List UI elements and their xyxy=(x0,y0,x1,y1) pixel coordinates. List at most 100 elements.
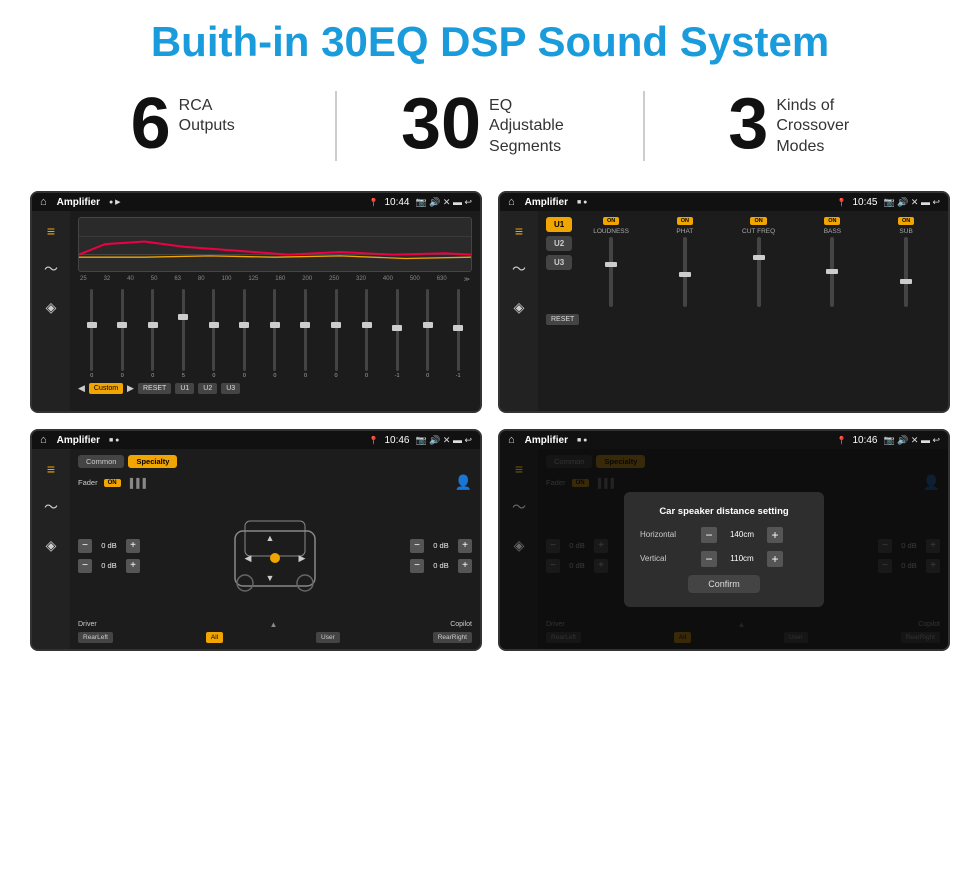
dialog-vertical-minus[interactable]: − xyxy=(701,551,717,567)
page-title: Buith-in 30EQ DSP Sound System xyxy=(20,18,960,66)
fader-content: ≡ 〜 ◈ Common Specialty Fader ON ▐▐▐ 👤 xyxy=(32,449,480,649)
fader-person-icon: 👤 xyxy=(455,474,472,491)
dialog-vertical-plus[interactable]: + xyxy=(767,551,783,567)
home-icon[interactable]: ⌂ xyxy=(40,196,47,208)
u2-button[interactable]: U2 xyxy=(546,236,572,251)
fader-tab-common[interactable]: Common xyxy=(78,455,124,468)
eq-content: ≡ 〜 ◈ 2 xyxy=(32,211,480,411)
fader-rearleft-btn[interactable]: RearLeft xyxy=(78,632,113,643)
eq-slider-7[interactable]: 0 xyxy=(261,289,289,379)
distance-home-icon[interactable]: ⌂ xyxy=(508,434,515,446)
eq-slider-8[interactable]: 0 xyxy=(292,289,320,379)
vol-rr-minus[interactable]: − xyxy=(410,559,424,573)
u1-button[interactable]: U1 xyxy=(546,217,572,232)
eq-custom-btn[interactable]: Custom xyxy=(89,383,123,394)
fader-tab-specialty[interactable]: Specialty xyxy=(128,455,177,468)
stat-rca-label: RCA Outputs xyxy=(179,96,235,138)
eq-slider-6[interactable]: 0 xyxy=(231,289,259,379)
fader-sidebar-wave-icon[interactable]: 〜 xyxy=(39,495,63,519)
distance-status-bar: ⌂ Amplifier ■ ● 📍 10:46 📷 🔊 ✕ ▬ ↩ xyxy=(500,431,948,449)
dialog-confirm-button[interactable]: Confirm xyxy=(688,575,760,593)
vol-fr-plus[interactable]: + xyxy=(458,539,472,553)
eq-u3-btn[interactable]: U3 xyxy=(221,383,240,394)
fader-rearright-btn[interactable]: RearRight xyxy=(433,632,472,643)
fader-home-icon[interactable]: ⌂ xyxy=(40,434,47,446)
fader-diagram-area: − 0 dB + − 0 dB + xyxy=(78,495,472,616)
eq-bottom-bar: ◀ Custom ▶ RESET U1 U2 U3 xyxy=(78,383,472,394)
eq-next-icon[interactable]: ▶ xyxy=(127,383,134,394)
eq-graph-svg xyxy=(79,218,471,272)
vol-fr-minus[interactable]: − xyxy=(410,539,424,553)
fader-time: 10:46 xyxy=(384,435,409,446)
distance-status-dots: ■ ● xyxy=(577,437,587,444)
eq-slider-13[interactable]: -1 xyxy=(444,289,472,379)
eq-slider-2[interactable]: 0 xyxy=(109,289,137,379)
crossover-sidebar-wave-icon[interactable]: 〜 xyxy=(507,257,531,281)
stat-crossover-number: 3 xyxy=(728,88,768,160)
eq-u1-btn[interactable]: U1 xyxy=(175,383,194,394)
loudness-channel: ON LOUDNESS xyxy=(577,217,645,307)
eq-slider-5[interactable]: 0 xyxy=(200,289,228,379)
crossover-status-bar: ⌂ Amplifier ■ ● 📍 10:45 📷 🔊 ✕ ▬ ↩ xyxy=(500,193,948,211)
vol-rl-plus[interactable]: + xyxy=(126,559,140,573)
crossover-top: U1 U2 U3 ON LOUDNESS ON xyxy=(546,217,940,307)
eq-sidebar-wave-icon[interactable]: 〜 xyxy=(39,257,63,281)
dialog-horizontal-plus[interactable]: + xyxy=(767,527,783,543)
fader-sidebar-speaker-icon[interactable]: ◈ xyxy=(39,533,63,557)
crossover-home-icon[interactable]: ⌂ xyxy=(508,196,515,208)
fader-copilot-label: Copilot xyxy=(450,621,472,628)
eq-time: 10:44 xyxy=(384,197,409,208)
stat-crossover: 3 Kinds of Crossover Modes xyxy=(675,88,920,160)
dialog-horizontal-value: 140cm xyxy=(723,530,761,539)
vol-fl-minus[interactable]: − xyxy=(78,539,92,553)
fader-main: Common Specialty Fader ON ▐▐▐ 👤 − xyxy=(70,449,480,649)
eq-slider-4[interactable]: 5 xyxy=(170,289,198,379)
eq-sidebar-eq-icon[interactable]: ≡ xyxy=(39,219,63,243)
fader-all-btn[interactable]: All xyxy=(206,632,223,643)
bass-slider[interactable] xyxy=(830,237,834,307)
crossover-status-icons: 📷 🔊 ✕ ▬ ↩ xyxy=(884,197,941,208)
distance-dialog-overlay: Car speaker distance setting Horizontal … xyxy=(500,449,948,649)
vol-rr-plus[interactable]: + xyxy=(458,559,472,573)
loudness-on-badge: ON xyxy=(603,217,619,225)
vol-left: − 0 dB + − 0 dB + xyxy=(78,539,140,573)
phat-channel: ON PHAT xyxy=(651,217,719,307)
crossover-sidebar-eq-icon[interactable]: ≡ xyxy=(507,219,531,243)
eq-reset-btn[interactable]: RESET xyxy=(138,383,171,394)
loudness-label: LOUDNESS xyxy=(593,228,629,235)
crossover-sidebar-speaker-icon[interactable]: ◈ xyxy=(507,295,531,319)
bass-channel: ON BASS xyxy=(798,217,866,307)
dialog-horizontal-minus[interactable]: − xyxy=(701,527,717,543)
crossover-reset-btn[interactable]: RESET xyxy=(546,314,579,325)
vol-fl-plus[interactable]: + xyxy=(126,539,140,553)
vol-rl-minus[interactable]: − xyxy=(78,559,92,573)
loudness-slider[interactable] xyxy=(609,237,613,307)
fader-tabs: Common Specialty xyxy=(78,455,472,468)
eq-status-bar: ⌂ Amplifier ● ▶ 📍 10:44 📷 🔊 ✕ ▬ ↩ xyxy=(32,193,480,211)
cutfreq-slider[interactable] xyxy=(757,237,761,307)
crossover-channels: ON LOUDNESS ON PHAT xyxy=(577,217,940,307)
eq-slider-9[interactable]: 0 xyxy=(322,289,350,379)
fader-driver-label: Driver xyxy=(78,621,97,628)
eq-sidebar-speaker-icon[interactable]: ◈ xyxy=(39,295,63,319)
u3-button[interactable]: U3 xyxy=(546,255,572,270)
eq-slider-12[interactable]: 0 xyxy=(414,289,442,379)
stats-row: 6 RCA Outputs 30 EQ Adjustable Segments … xyxy=(0,76,980,181)
svg-text:▲: ▲ xyxy=(266,533,275,543)
distance-time: 10:46 xyxy=(852,435,877,446)
fader-sidebar-eq-icon[interactable]: ≡ xyxy=(39,457,63,481)
sub-slider[interactable] xyxy=(904,237,908,307)
eq-slider-1[interactable]: 0 xyxy=(78,289,106,379)
vol-row-fr: − 0 dB + xyxy=(410,539,472,553)
eq-slider-3[interactable]: 0 xyxy=(139,289,167,379)
fader-bottom: Driver ▲ Copilot xyxy=(78,620,472,629)
eq-slider-10[interactable]: 0 xyxy=(353,289,381,379)
vol-fl-value: 0 dB xyxy=(95,541,123,550)
eq-slider-11[interactable]: -1 xyxy=(383,289,411,379)
eq-prev-icon[interactable]: ◀ xyxy=(78,383,85,394)
fader-user-btn[interactable]: User xyxy=(316,632,340,643)
sub-channel: ON SUB xyxy=(872,217,940,307)
page-header: Buith-in 30EQ DSP Sound System xyxy=(0,0,980,76)
eq-u2-btn[interactable]: U2 xyxy=(198,383,217,394)
phat-slider[interactable] xyxy=(683,237,687,307)
